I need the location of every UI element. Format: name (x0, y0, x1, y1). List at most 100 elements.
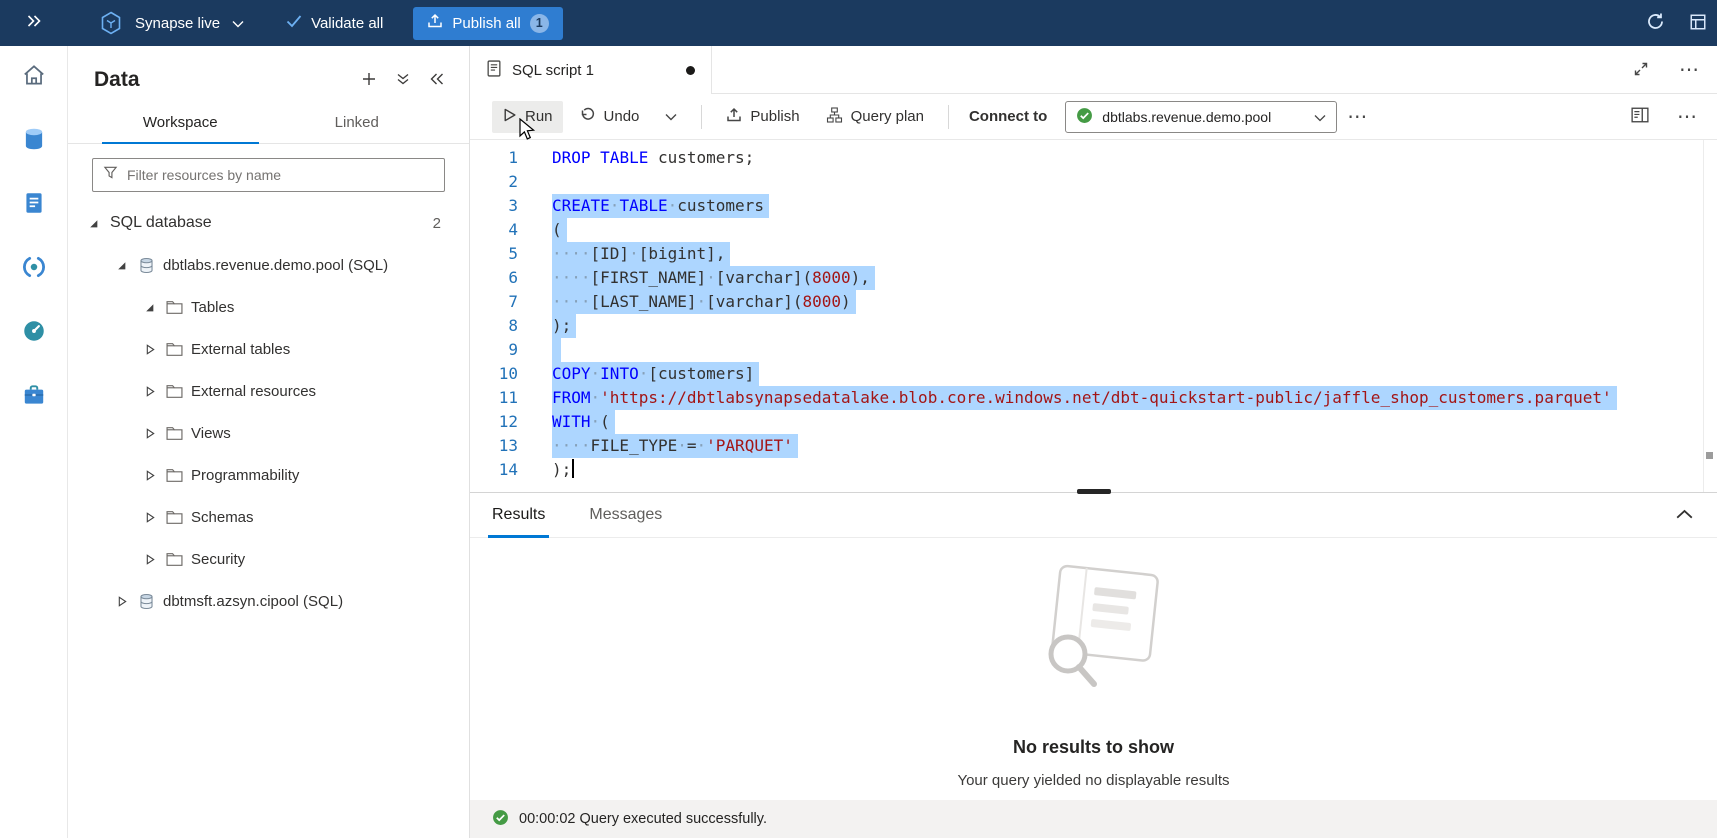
integrate-icon (21, 254, 47, 285)
properties-panel-button[interactable] (1631, 107, 1649, 126)
resource-tree: SQL database2dbtlabs.revenue.demo.pool (… (68, 202, 469, 838)
connected-pool-value: dbtlabs.revenue.demo.pool (1102, 109, 1305, 125)
code-line-12[interactable]: 12WITH·( (470, 410, 1717, 434)
results-tab-bar: Results Messages (470, 492, 1717, 538)
code-line-4[interactable]: 4( (470, 218, 1717, 242)
code-line-14[interactable]: 14); (470, 458, 1717, 482)
undo-dropdown-button[interactable] (655, 102, 687, 131)
tree-item-programmability[interactable]: Programmability (68, 454, 469, 496)
folder-icon (166, 342, 183, 357)
success-check-icon (1076, 107, 1093, 127)
check-icon (286, 14, 302, 32)
code-line-9[interactable]: 9 (470, 338, 1717, 362)
tree-item-external-tables[interactable]: External tables (68, 328, 469, 370)
tab-linked[interactable]: Linked (269, 102, 446, 143)
monitor-icon (21, 318, 47, 349)
code-line-2[interactable]: 2 (470, 170, 1717, 194)
refresh-button[interactable] (1646, 12, 1665, 34)
data-panel: Data (68, 46, 470, 838)
tab-sql-script-1[interactable]: SQL script 1 (470, 46, 712, 94)
collapse-results-button[interactable] (1676, 508, 1693, 523)
expand-arrow-icon[interactable] (144, 386, 158, 397)
validate-all-button[interactable]: Validate all (286, 14, 383, 32)
nav-monitor[interactable] (12, 312, 56, 354)
publish-button[interactable]: Publish (716, 101, 809, 133)
tree-item-dbtlabs-revenue-demo-pool-sql[interactable]: dbtlabs.revenue.demo.pool (SQL) (68, 244, 469, 286)
code-line-8[interactable]: 8); (470, 314, 1717, 338)
panel-resize-handle[interactable] (1077, 489, 1111, 494)
tree-item-tables[interactable]: Tables (68, 286, 469, 328)
code-line-6[interactable]: 6····[FIRST_NAME]·[varchar](8000), (470, 266, 1717, 290)
expand-editor-button[interactable] (1633, 61, 1649, 80)
notifications-list-button[interactable] (1689, 13, 1707, 34)
tree-item-label: External tables (191, 341, 290, 358)
no-results-illustration (1016, 562, 1172, 705)
tree-item-sql-database[interactable]: SQL database2 (68, 202, 469, 244)
query-plan-button[interactable]: Query plan (816, 101, 934, 133)
tab-messages[interactable]: Messages (589, 493, 662, 537)
data-panel-tabs: Workspace Linked (68, 102, 469, 144)
data-panel-title: Data (94, 68, 361, 92)
workspace-mode-label: Synapse live (135, 15, 220, 32)
tree-item-schemas[interactable]: Schemas (68, 496, 469, 538)
query-status-text: 00:00:02 Query executed successfully. (519, 811, 767, 827)
code-line-10[interactable]: 10COPY·INTO·[customers] (470, 362, 1717, 386)
nav-integrate[interactable] (12, 248, 56, 290)
code-line-13[interactable]: 13····FILE_TYPE·=·'PARQUET' (470, 434, 1717, 458)
expand-arrow-icon[interactable] (144, 512, 158, 523)
sql-script-icon (486, 60, 502, 81)
code-line-11[interactable]: 11FROM·'https://dbtlabsynapsedatalake.bl… (470, 386, 1717, 410)
collapse-arrow-icon[interactable] (88, 218, 102, 229)
tree-item-security[interactable]: Security (68, 538, 469, 580)
expand-arrow-icon[interactable] (116, 596, 130, 607)
code-line-3[interactable]: 3CREATE·TABLE·customers (470, 194, 1717, 218)
publish-all-button[interactable]: Publish all 1 (413, 7, 562, 40)
workspace-mode-dropdown[interactable]: Synapse live (135, 15, 244, 32)
expand-arrow-icon[interactable] (144, 470, 158, 481)
folder-icon (166, 426, 183, 441)
tab-workspace[interactable]: Workspace (92, 102, 269, 143)
nav-manage[interactable] (12, 376, 56, 418)
tab-more-options-icon[interactable]: ⋯ (1675, 60, 1703, 80)
flowchart-icon (826, 107, 843, 127)
tab-results[interactable]: Results (492, 493, 545, 537)
publish-label: Publish (750, 108, 799, 125)
refresh-icon (1646, 12, 1665, 34)
right-more-options-icon[interactable]: ⋯ (1673, 107, 1701, 127)
chevron-up-icon (1676, 508, 1693, 523)
main-editor-area: SQL script 1 ⋯ (470, 46, 1717, 838)
connect-to-pool-dropdown[interactable]: dbtlabs.revenue.demo.pool (1065, 101, 1337, 133)
collapse-arrow-icon[interactable] (116, 260, 130, 271)
expand-arrow-icon[interactable] (144, 344, 158, 355)
left-nav (0, 46, 68, 838)
expand-arrow-icon[interactable] (144, 554, 158, 565)
tree-item-external-resources[interactable]: External resources (68, 370, 469, 412)
nav-data[interactable] (12, 120, 56, 162)
collapse-panel-button[interactable] (429, 72, 445, 89)
line-number: 3 (470, 194, 518, 218)
collapse-all-button[interactable] (395, 71, 411, 90)
toolbar-more-options-icon[interactable]: ⋯ (1343, 107, 1371, 127)
code-editor[interactable]: 1DROP TABLE customers;23CREATE·TABLE·cus… (470, 140, 1717, 482)
nav-home[interactable] (12, 56, 56, 98)
run-button[interactable]: Run (492, 101, 563, 133)
code-line-5[interactable]: 5····[ID]·[bigint], (470, 242, 1717, 266)
expand-arrow-icon[interactable] (144, 428, 158, 439)
expand-sidebar-button[interactable] (0, 14, 68, 33)
nav-develop[interactable] (12, 184, 56, 226)
code-line-7[interactable]: 7····[LAST_NAME]·[varchar](8000) (470, 290, 1717, 314)
line-number: 2 (470, 170, 518, 194)
connect-to-label: Connect to (969, 108, 1047, 125)
code-line-1[interactable]: 1DROP TABLE customers; (470, 146, 1717, 170)
document-tab-strip: SQL script 1 ⋯ (470, 46, 1717, 94)
undo-button[interactable]: Undo (569, 101, 650, 133)
tree-item-views[interactable]: Views (68, 412, 469, 454)
filter-resources-input[interactable] (127, 167, 434, 183)
editor-scrollbar[interactable] (1703, 140, 1704, 492)
add-resource-button[interactable] (361, 71, 377, 90)
run-label: Run (525, 108, 553, 125)
success-check-icon (492, 809, 509, 830)
collapse-arrow-icon[interactable] (144, 302, 158, 313)
sql-editor: 1DROP TABLE customers;23CREATE·TABLE·cus… (470, 140, 1717, 492)
tree-item-dbtmsft-azsyn-cipool-sql[interactable]: dbtmsft.azsyn.cipool (SQL) (68, 580, 469, 622)
